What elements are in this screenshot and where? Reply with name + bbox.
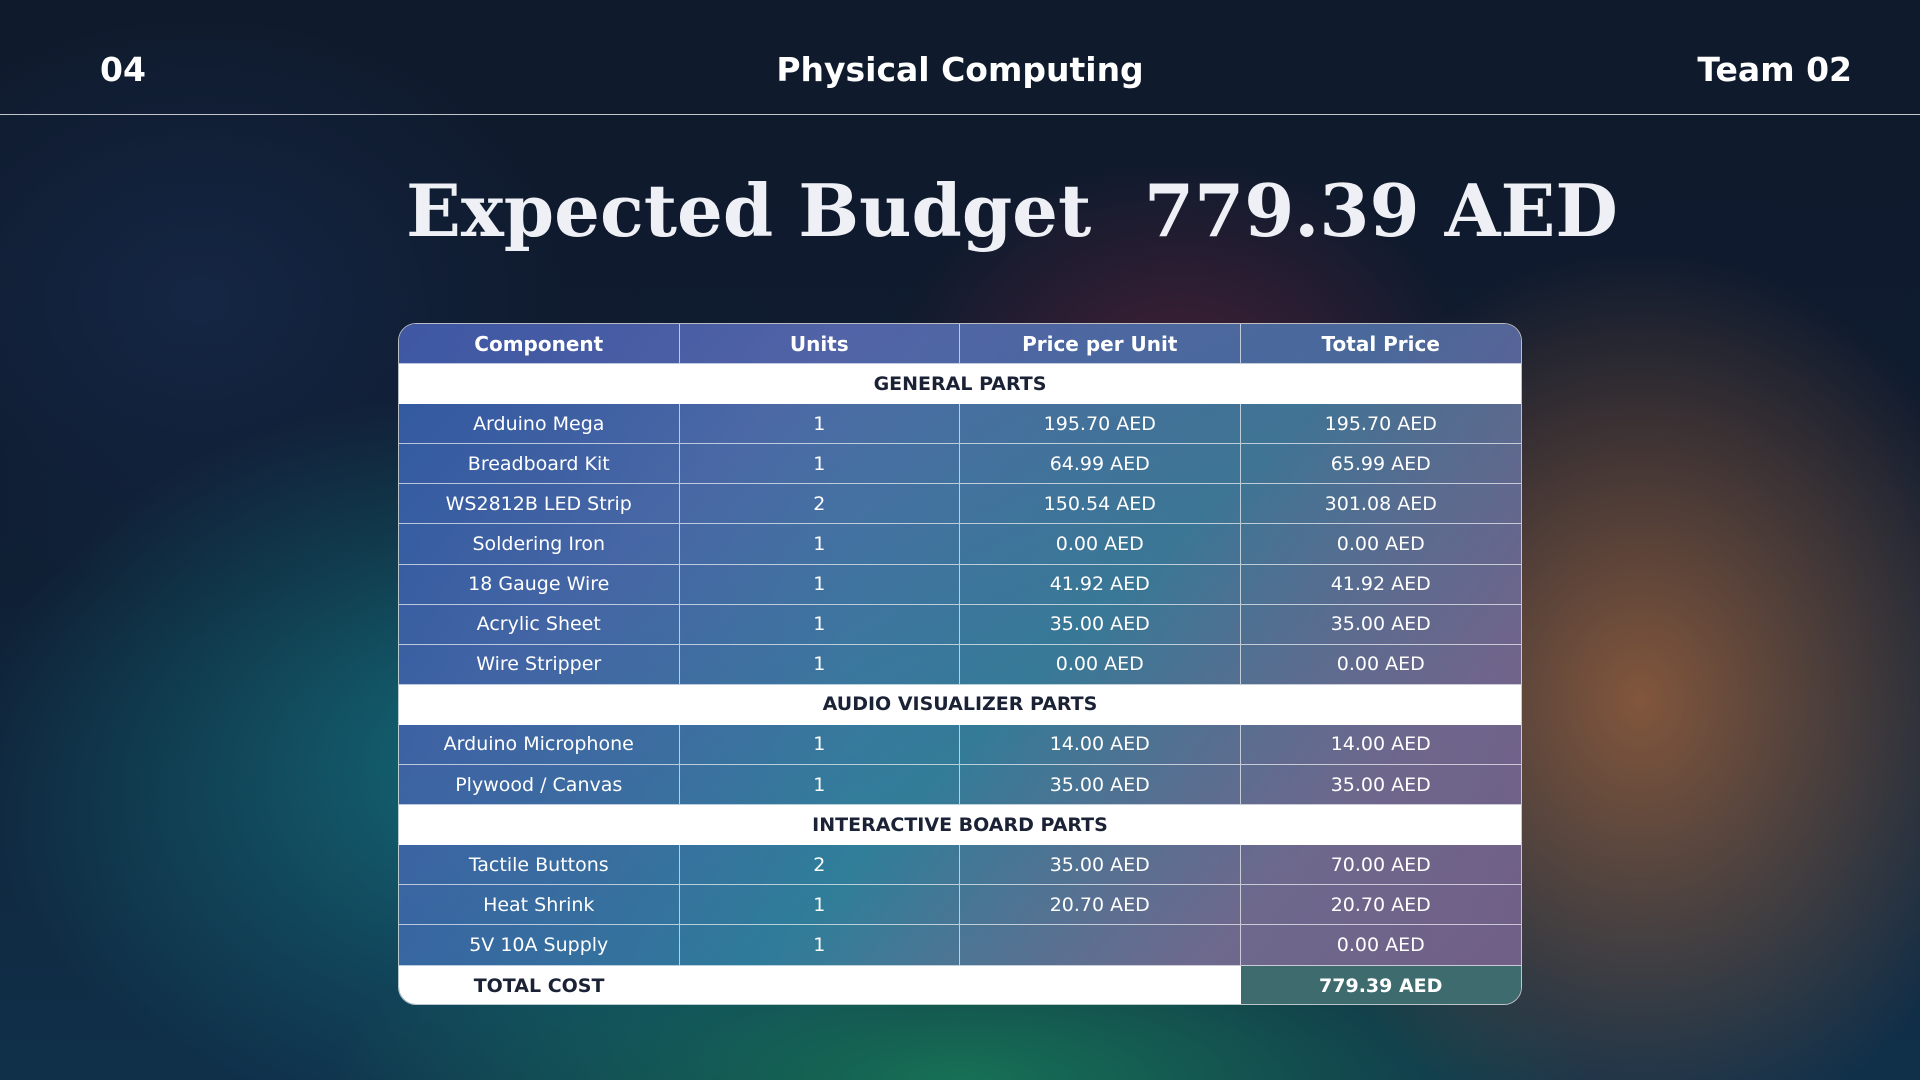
- table-cell: Heat Shrink: [399, 885, 680, 925]
- table-cell: 14.00 AED: [960, 724, 1241, 765]
- table-row: Soldering Iron 1 0.00 AED 0.00 AED: [399, 524, 1521, 565]
- table-cell: Wire Stripper: [399, 644, 680, 684]
- table-row: Tactile Buttons 2 35.00 AED 70.00 AED: [399, 845, 1521, 886]
- total-value: 779.39 AED: [1240, 965, 1521, 1004]
- table-cell: 0.00 AED: [960, 644, 1241, 684]
- section-header-row: INTERACTIVE BOARD PARTS: [399, 805, 1521, 846]
- table-cell: 1: [680, 644, 960, 684]
- table-cell: Tactile Buttons: [399, 845, 680, 885]
- budget-amount: 779.39 AED: [1144, 168, 1618, 253]
- table-cell: 20.70 AED: [960, 885, 1241, 925]
- section-header-row: AUDIO VISUALIZER PARTS: [399, 684, 1521, 725]
- table-cell: WS2812B LED Strip: [399, 484, 680, 524]
- table-row: WS2812B LED Strip 2 150.54 AED 301.08 AED: [399, 484, 1521, 525]
- table-cell: 150.54 AED: [960, 484, 1241, 524]
- table-cell: 14.00 AED: [1330, 733, 1431, 756]
- table-cell: Arduino Microphone: [399, 724, 680, 765]
- table-grid: Component Units Price per Unit Total Price G…: [399, 324, 1521, 1004]
- table-cell: 1: [680, 604, 960, 644]
- table-cell: 1: [680, 925, 960, 965]
- course-title: Physical Computing: [776, 50, 1144, 89]
- table-cell: 1: [680, 444, 960, 484]
- table-cell: 195.70 AED: [960, 404, 1241, 444]
- table-cell: 1: [680, 524, 960, 564]
- table-cell: 35.00 AED: [960, 604, 1241, 644]
- total-row: TOTAL COST 779.39 AED: [399, 965, 1521, 1004]
- table-cell: [960, 925, 1241, 965]
- table-cell: 1: [680, 564, 960, 604]
- table-row: Breadboard Kit 1 64.99 AED 65.99 AED: [399, 444, 1521, 485]
- section-header-row: GENERAL PARTS: [399, 364, 1521, 405]
- page-title: Expected Budget: [406, 168, 1092, 253]
- table-cell: 65.99 AED: [1330, 452, 1431, 475]
- table-row: 5V 10A Supply 1 0.00 AED: [399, 925, 1521, 966]
- table-header-row: Component Units Price per Unit Total Price: [399, 324, 1521, 365]
- total-label: TOTAL COST: [473, 974, 605, 997]
- table-cell: 2: [680, 484, 960, 524]
- table-cell: 35.00 AED: [960, 765, 1241, 805]
- table-cell: Plywood / Canvas: [399, 765, 680, 805]
- table-cell: 0.00 AED: [960, 524, 1241, 564]
- header-bar: 04 Physical Computing Team 02: [0, 0, 1920, 115]
- total-label-cell: TOTAL COST: [399, 965, 1241, 1004]
- table-cell: 1: [680, 765, 960, 805]
- table-cell: 20.70 AED: [1330, 893, 1431, 916]
- table-row: Wire Stripper 1 0.00 AED 0.00 AED: [399, 644, 1521, 685]
- table-cell: Arduino Mega: [399, 404, 680, 444]
- table-cell: 70.00 AED: [1330, 853, 1431, 876]
- table-cell: 2: [680, 845, 960, 885]
- table-cell: 41.92 AED: [1330, 573, 1431, 596]
- table-cell: 0.00 AED: [1336, 653, 1425, 676]
- team-name: Team 02: [1697, 50, 1852, 89]
- table-cell: 41.92 AED: [960, 564, 1241, 604]
- table-cell: 195.70 AED: [1324, 412, 1437, 435]
- table-row: Acrylic Sheet 1 35.00 AED 35.00 AED: [399, 604, 1521, 645]
- column-header: Price per Unit: [960, 324, 1241, 364]
- table-row: Arduino Microphone 1 14.00 AED 14.00 AED: [399, 724, 1521, 766]
- table-cell: 0.00 AED: [1336, 533, 1425, 556]
- table-cell: Soldering Iron: [399, 524, 680, 564]
- table-cell: 18 Gauge Wire: [399, 564, 680, 604]
- table-cell: Acrylic Sheet: [399, 604, 680, 644]
- table-cell: 1: [680, 724, 960, 765]
- table-row: 18 Gauge Wire 1 41.92 AED 41.92 AED: [399, 564, 1521, 605]
- table-cell: 1: [680, 885, 960, 925]
- table-cell: 5V 10A Supply: [399, 925, 680, 965]
- table-cell: 64.99 AED: [960, 444, 1241, 484]
- table-row: Arduino Mega 1 195.70 AED 195.70 AED: [399, 404, 1521, 445]
- table-row: Heat Shrink 1 20.70 AED 20.70 AED: [399, 885, 1521, 926]
- column-header: Component: [399, 324, 680, 364]
- table-row: Plywood / Canvas 1 35.00 AED 35.00 AED: [399, 765, 1521, 806]
- column-header: Units: [680, 324, 960, 364]
- table-cell: 1: [680, 404, 960, 444]
- table-cell: 0.00 AED: [1336, 933, 1425, 956]
- table-cell: 35.00 AED: [1330, 613, 1431, 636]
- budget-table: Component Units Price per Unit Total Price G…: [398, 323, 1522, 1005]
- table-cell: 301.08 AED: [1324, 492, 1437, 515]
- column-header: Total Price: [1321, 331, 1440, 356]
- table-cell: 35.00 AED: [960, 845, 1241, 885]
- table-cell: Breadboard Kit: [399, 444, 680, 484]
- table-cell: 35.00 AED: [1330, 773, 1431, 796]
